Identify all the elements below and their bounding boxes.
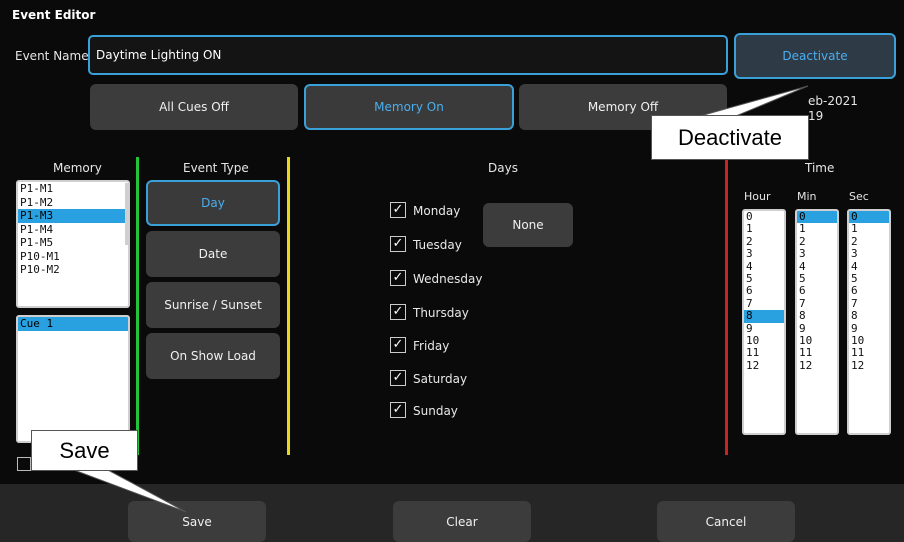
deactivate-callout-pointer: [699, 85, 809, 117]
save-callout: Save: [31, 430, 138, 471]
deactivate-callout: Deactivate: [651, 115, 809, 160]
save-callout-pointer: [73, 469, 187, 513]
